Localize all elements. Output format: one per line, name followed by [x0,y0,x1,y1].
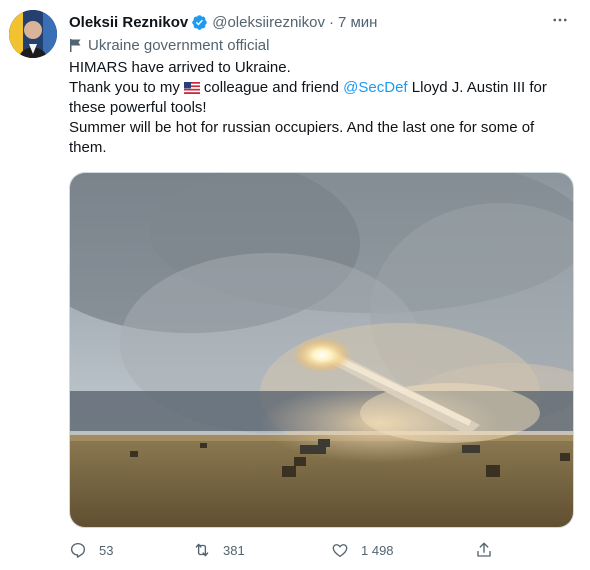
reply-icon [70,542,86,558]
tweet-text-segment: Lloyd J. Austin III for [411,79,547,96]
like-icon [332,544,348,558]
retweet-count: 381 [223,542,245,558]
separator-dot: · [328,13,334,31]
verified-badge-icon [192,14,207,30]
reply-count: 53 [99,542,114,558]
retweet-icon [195,543,209,557]
mention-link[interactable]: @SecDef [343,79,407,96]
retweet-button[interactable]: 381 [193,538,245,562]
government-flag-icon [70,39,81,52]
us-flag-icon [183,82,200,94]
author-handle[interactable]: @oleksiireznikov [212,14,325,31]
tweet-photo[interactable] [69,172,574,528]
author-name[interactable]: Oleksii Reznikov [69,14,188,31]
tweet-line: Thank you to my colleague and friend @Se… [69,78,574,98]
more-button[interactable] [550,10,570,30]
government-label-text: Ukraine government official [88,36,270,54]
tweet-line: them. [69,139,107,156]
share-icon [477,542,491,557]
tweet-timestamp[interactable]: 7 мин [338,14,378,31]
avatar-image [9,10,57,58]
more-icon [553,18,567,22]
like-button[interactable]: 1 498 [331,538,394,562]
avatar[interactable] [9,10,57,58]
tweet-text-segment: colleague and friend [203,79,339,96]
tweet-line: Summer will be hot for russian occupiers… [69,119,535,136]
share-button[interactable] [475,538,505,562]
tweet-text: HIMARS have arrived to Ukraine. Thank yo… [69,58,574,158]
tweet-line: these powerful tools! [69,99,207,116]
government-label[interactable]: Ukraine government official [69,35,269,55]
tweet-actions: 53 381 1 498 [69,538,509,562]
reply-button[interactable]: 53 [69,538,113,562]
tweet-card[interactable]: Oleksii Reznikov @oleksiireznikov · 7 ми… [0,0,590,570]
tweet-line: HIMARS have arrived to Ukraine. [69,59,291,76]
tweet-header: Oleksii Reznikov @oleksiireznikov · 7 ми… [69,11,570,33]
tweet-text-segment: Thank you to my [69,79,180,96]
himars-launch-photo [70,173,573,527]
like-count: 1 498 [361,542,394,558]
